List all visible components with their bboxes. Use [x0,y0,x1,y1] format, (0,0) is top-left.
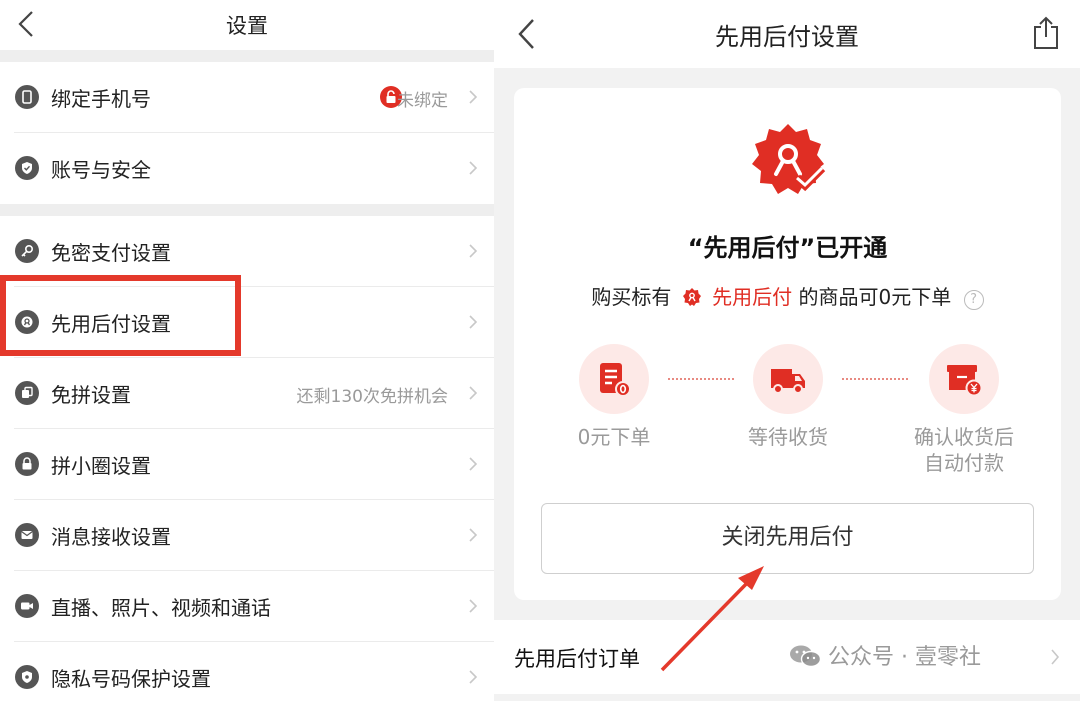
page-title: 先用后付设置 [715,23,859,51]
settings-item-label: 免拼设置 [51,383,131,407]
settings-item-privacy-number[interactable]: 隐私号码保护设置 [0,642,494,701]
video-camera-icon [15,594,39,618]
settings-item-value: 还剩130次免拼机会 [296,387,448,407]
settings-item-account-security[interactable]: 账号与安全 [0,133,494,204]
settings-item-group-free[interactable]: 免拼设置 还剩130次免拼机会 [0,358,494,429]
activated-heading: “先用后付”已开通 [687,234,888,262]
step-connector [842,378,908,380]
chevron-right-icon [469,244,478,258]
orders-label: 先用后付订单 [514,647,640,671]
step-label: 确认收货后 自动付款 [894,424,1034,476]
share-icon[interactable] [1032,15,1060,51]
mail-icon [15,523,39,547]
settings-item-label: 免密支付设置 [51,241,171,265]
wechat-icon [790,645,822,668]
key-icon [15,239,39,263]
pay-later-nav-bar: 先用后付设置 [494,0,1080,68]
settings-item-label: 直播、照片、视频和通话 [51,596,271,620]
settings-item-label: 消息接收设置 [51,525,171,549]
settings-item-label: 隐私号码保护设置 [51,667,211,691]
pay-later-card: “先用后付”已开通 购买标有 先用后付 的商品可0元下单 ? 0元下单 等待收货… [514,88,1061,600]
help-icon[interactable]: ? [963,290,984,310]
step-payment-circle [929,344,999,414]
truck-icon [771,369,805,394]
settings-item-label: 拼小圈设置 [51,454,151,478]
desc-prefix: 购买标有 [591,285,672,309]
step-connector [668,378,734,380]
pay-later-panel: 先用后付设置 “先用后付”已开通 购买标有 先用后付 的商品可0元下单 ? 0元… [494,0,1080,701]
page-title: 设置 [226,14,268,38]
settings-nav-bar: 设置 [0,0,494,50]
section-gap [0,204,494,216]
settings-item-value: 未绑定 [397,91,448,111]
pay-later-mini-icon [682,288,701,306]
chevron-right-icon [469,599,478,613]
desc-suffix: 的商品可0元下单 [798,285,952,309]
chevron-right-icon [469,90,478,104]
chevron-right-icon [469,386,478,400]
watermark: 公众号 · 壹零社 [788,639,981,671]
watermark-text: 公众号 · 壹零社 [828,645,981,670]
close-pay-later-button[interactable]: 关闭先用后付 [541,503,1034,574]
order-zero-icon [600,363,631,397]
settings-panel: 设置 绑定手机号 未绑定 账号与安全 免密支付设置 先用后付设置 免拼设置 还剩… [0,0,494,701]
chevron-right-icon [469,315,478,329]
settings-item-messages[interactable]: 消息接收设置 [0,500,494,571]
desc-brand: 先用后付 [712,285,793,309]
chevron-right-icon [469,670,478,684]
chevron-right-icon [469,161,478,175]
pay-later-orders-row[interactable]: 先用后付订单 公众号 · 壹零社 [494,620,1080,694]
step-order-circle [579,344,649,414]
step-label: 等待收货 [748,425,828,449]
box-yen-icon [947,365,983,397]
chevron-right-icon [469,457,478,471]
step-delivery-circle [753,344,823,414]
section-gap [0,50,494,62]
highlight-box [0,275,241,356]
phone-icon [15,85,39,109]
chevron-right-icon [469,528,478,542]
padlock-icon [15,452,39,476]
privacy-shield-icon [15,665,39,689]
settings-item-label: 绑定手机号 [51,87,151,111]
description: 购买标有 先用后付 的商品可0元下单 ? [514,281,1061,310]
settings-item-circle[interactable]: 拼小圈设置 [0,429,494,500]
step-label-line2: 自动付款 [924,451,1004,475]
settings-item-bind-phone[interactable]: 绑定手机号 未绑定 [0,62,494,133]
shield-icon [15,156,39,180]
pay-later-badge-icon [752,124,826,194]
step-label: 0元下单 [577,425,651,449]
chevron-right-icon [1051,649,1060,665]
copy-icon [15,381,39,405]
step-label-line1: 确认收货后 [914,425,1014,449]
settings-item-label: 账号与安全 [51,158,151,182]
settings-item-live-media[interactable]: 直播、照片、视频和通话 [0,571,494,642]
